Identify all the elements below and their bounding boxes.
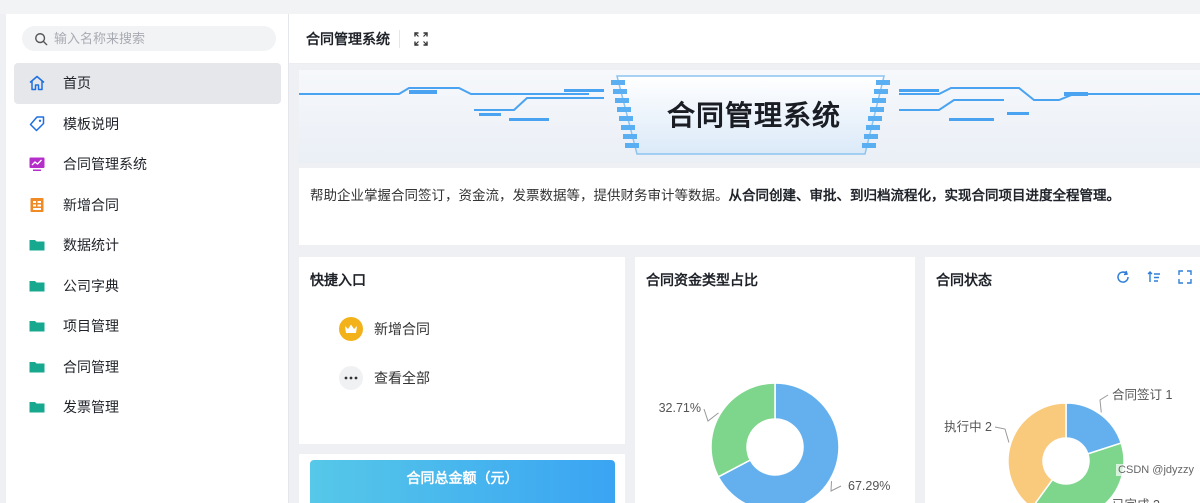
- sidebar-item-label: 新增合同: [63, 196, 119, 213]
- top-strip: [0, 0, 1200, 14]
- pie-leader-line: [1099, 394, 1109, 413]
- pie-label: 67.29%: [848, 479, 890, 493]
- folder-icon: [28, 317, 46, 335]
- sidebar-item-label: 合同管理: [63, 358, 119, 375]
- pie-slice: [710, 382, 776, 478]
- sidebar-item-company-dict[interactable]: 公司字典: [14, 266, 281, 307]
- monitor-chart-icon: [28, 155, 46, 173]
- sidebar-item-contract[interactable]: 合同管理: [14, 347, 281, 388]
- description-panel: 帮助企业掌握合同签订，资金流，发票数据等，提供财务审计等数据。从合同创建、审批、…: [299, 168, 1200, 245]
- total-amount-label: 合同总金额（元）: [406, 470, 519, 486]
- pie-leader-line: [703, 408, 719, 422]
- total-amount-banner: 合同总金额（元）: [310, 460, 615, 503]
- folder-icon: [28, 358, 46, 376]
- sidebar-item-template[interactable]: 模板说明: [14, 104, 281, 145]
- quick-new-contract[interactable]: 新增合同: [339, 317, 430, 341]
- folder-icon: [28, 277, 46, 295]
- search-input[interactable]: [54, 31, 254, 46]
- form-icon: [28, 196, 46, 214]
- sidebar-item-statistics[interactable]: 数据统计: [14, 225, 281, 266]
- sidebar-item-label: 公司字典: [63, 277, 119, 294]
- header-divider: [399, 29, 400, 48]
- fund-type-card: 合同资金类型占比 67.29% 32.71%: [635, 257, 915, 503]
- fund-type-pie-chart: 67.29% 32.71%: [659, 382, 890, 503]
- sidebar-item-label: 首页: [63, 75, 91, 92]
- banner-title: 合同管理系统: [667, 100, 842, 131]
- sidebar-item-project[interactable]: 项目管理: [14, 306, 281, 347]
- sidebar-item-contract-system[interactable]: 合同管理系统: [14, 144, 281, 185]
- folder-icon: [28, 398, 46, 416]
- main-area: 合同管理系统 合同管理系统 帮助企业掌握合同签订，资金流，发票数据等，提供财务审…: [289, 14, 1200, 503]
- sidebar: 首页 模板说明 合同管理系统 新增合同 数据统计 公司字典 项目管理 合同管理: [6, 14, 289, 503]
- total-amount-card: 合同总金额（元）: [299, 454, 625, 503]
- sidebar-item-home[interactable]: 首页: [14, 63, 281, 104]
- search-box[interactable]: [22, 26, 276, 51]
- pie-label: 合同签订 1: [1112, 387, 1172, 402]
- fullscreen-icon[interactable]: [414, 31, 428, 46]
- sidebar-item-new-contract[interactable]: 新增合同: [14, 185, 281, 226]
- sidebar-nav: 首页 模板说明 合同管理系统 新增合同 数据统计 公司字典 项目管理 合同管理: [14, 63, 281, 428]
- pie-leader-line: [830, 481, 842, 492]
- pie-label: 已完成 2: [1112, 497, 1160, 503]
- page-title: 合同管理系统: [306, 30, 390, 47]
- folder-icon: [28, 236, 46, 254]
- home-icon: [28, 74, 46, 92]
- sidebar-item-label: 模板说明: [63, 115, 119, 132]
- sidebar-item-label: 合同管理系统: [63, 156, 147, 173]
- search-icon: [35, 32, 48, 45]
- banner: 合同管理系统: [299, 70, 1200, 163]
- sidebar-item-label: 发票管理: [63, 399, 119, 416]
- description-text: 帮助企业掌握合同签订，资金流，发票数据等，提供财务审计等数据。: [310, 188, 729, 203]
- pie-label: 32.71%: [659, 401, 701, 415]
- quick-view-all[interactable]: 查看全部: [339, 366, 430, 390]
- quick-entry-card: 快捷入口 新增合同 查看全部: [299, 257, 625, 444]
- crown-icon: [339, 317, 363, 341]
- quick-item-label: 新增合同: [374, 321, 430, 337]
- more-icon: [339, 366, 363, 390]
- pie-label: 执行中 2: [944, 419, 992, 434]
- page-header: 合同管理系统: [289, 14, 1200, 64]
- quick-entry-title: 快捷入口: [310, 272, 366, 288]
- tag-icon: [28, 115, 46, 133]
- watermark: CSDN @jdyzzy: [1116, 464, 1196, 476]
- sidebar-item-label: 数据统计: [63, 237, 119, 254]
- description-bold-text: 从合同创建、审批、到归档流程化，实现合同项目进度全程管理。: [728, 188, 1121, 203]
- sidebar-item-invoice[interactable]: 发票管理: [14, 387, 281, 428]
- sidebar-item-label: 项目管理: [63, 318, 119, 335]
- pie-leader-line: [994, 426, 1010, 443]
- quick-item-label: 查看全部: [374, 370, 430, 386]
